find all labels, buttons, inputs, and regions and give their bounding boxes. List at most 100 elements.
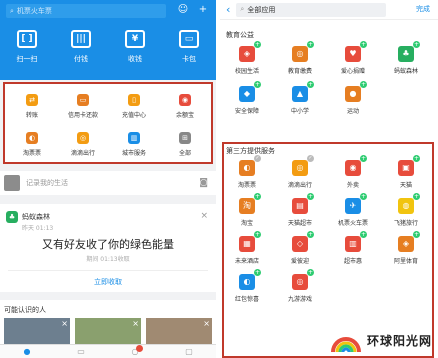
app-item-label: 爱心捐赠 <box>340 68 365 75</box>
tab-wealth[interactable]: ▭ <box>54 345 108 358</box>
card-date: 期间 01:13收取 <box>86 256 130 263</box>
heart-icon: ♥ + <box>345 41 367 62</box>
education-icon: ◎ + <box>292 41 314 62</box>
camera-icon[interactable]: ◙ <box>199 178 208 188</box>
grid-item-label: 信用卡还款 <box>67 112 98 119</box>
quick-action-label: 扫一扫 <box>16 55 38 63</box>
app-root: ⌕ 机票火车票 ☺ + [ ] 扫一扫 ||| 付钱 ¥ 收钱 ▭ 卡包 ⇄ 转账 ▭ 信用卡… <box>0 0 438 358</box>
grid-item-label: 淘票票 <box>22 150 41 157</box>
app-item[interactable]: ♣ + 蚂蚁森林 <box>380 41 432 75</box>
quick-action-label: 卡包 <box>182 55 196 63</box>
people-section-title: 可能认识的人 <box>4 306 46 314</box>
grid-item-label: 充值中心 <box>121 112 146 119</box>
grid-item-label: 转账 <box>25 112 38 119</box>
add-plus-icon[interactable]: + <box>360 41 367 48</box>
back-arrow-icon[interactable]: ‹ <box>226 3 230 16</box>
phone-icon: ▯ <box>128 94 140 106</box>
yuebao-icon: ◉ <box>179 94 191 106</box>
tab-messages[interactable]: ○ <box>108 345 162 358</box>
campus-icon: ◈ + <box>239 41 261 62</box>
all-icon: ⊞ <box>179 132 191 144</box>
grid-item[interactable]: ◎ 滴滴出行 <box>58 132 108 157</box>
plus-icon[interactable]: + <box>196 3 210 17</box>
forest-icon: ♣ + <box>398 41 420 62</box>
add-plus-icon[interactable]: + <box>254 41 261 48</box>
feed-compose-row[interactable]: 记录我的生活 ◙ <box>0 171 216 195</box>
search-icon: ⌕ <box>10 6 14 15</box>
shield-icon: ◆ + <box>239 81 261 102</box>
add-plus-icon[interactable]: + <box>254 81 261 88</box>
city-icon: ▥ <box>128 132 140 144</box>
quick-action-cards[interactable]: ▭ 卡包 <box>162 30 216 64</box>
grid-item-label: 城市服务 <box>121 150 146 157</box>
app-item[interactable]: ◎ + 教育缴费 <box>274 41 326 75</box>
app-item-label: 教育缴费 <box>287 68 312 75</box>
school-icon: ▲ + <box>292 81 314 102</box>
collect-now-link[interactable]: 立即收取 <box>0 277 216 287</box>
quick-action-label: 付钱 <box>74 55 88 63</box>
barcode-icon: ||| <box>71 30 91 48</box>
home-search-placeholder: 机票火车票 <box>16 7 52 15</box>
apps-search-value: 全部应用 <box>247 5 276 14</box>
home-header: ⌕ 机票火车票 ☺ + [ ] 扫一扫 ||| 付钱 ¥ 收钱 ▭ 卡包 <box>0 0 216 80</box>
tab-profile[interactable]: ▢ <box>162 345 216 358</box>
app-item[interactable]: ◆ + 安全保障 <box>221 81 273 115</box>
grid-item[interactable]: ⊞ 全部 <box>160 132 210 157</box>
bottom-tab-bar: ● ▭ ○ ▢ <box>0 344 216 358</box>
section-title-education: 教育公益 <box>226 31 254 39</box>
close-icon[interactable]: × <box>200 211 208 221</box>
quick-action-scan[interactable]: [ ] 扫一扫 <box>0 30 54 64</box>
avatar[interactable] <box>4 175 20 191</box>
close-icon[interactable]: × <box>61 319 68 328</box>
app-item-label: 中小学 <box>290 108 309 115</box>
card-subtitle: 昨天 01:13 <box>22 225 54 232</box>
app-item[interactable]: ♥ + 爱心捐赠 <box>327 41 379 75</box>
alipay-home-panel: ⌕ 机票火车票 ☺ + [ ] 扫一扫 ||| 付钱 ¥ 收钱 ▭ 卡包 ⇄ 转账 ▭ 信用卡… <box>0 0 216 358</box>
app-item-label: 安全保障 <box>234 108 259 115</box>
all-apps-header: ‹ ⌕ 全部应用 完成 <box>220 0 438 20</box>
close-icon[interactable]: × <box>132 319 139 328</box>
app-item[interactable]: ● + 运动 <box>327 81 379 115</box>
app-item[interactable]: ◈ + 校园生活 <box>221 41 273 75</box>
forest-icon: ♣ <box>6 211 18 223</box>
grid-item-label: 全部 <box>178 150 191 157</box>
grid-item[interactable]: ▭ 信用卡还款 <box>58 94 108 119</box>
transfer-icon: ⇄ <box>26 94 38 106</box>
watermark: 环球阳光网 <box>329 326 432 354</box>
quick-actions: [ ] 扫一扫 ||| 付钱 ¥ 收钱 ▭ 卡包 <box>0 30 216 64</box>
card-header: ♣ 蚂蚁森林 <box>6 211 50 223</box>
ticket-icon: ◐ <box>26 132 38 144</box>
quick-action-receive[interactable]: ¥ 收钱 <box>108 30 162 64</box>
scan-icon: [ ] <box>17 30 37 48</box>
app-item[interactable]: ▲ + 中小学 <box>274 81 326 115</box>
notification-badge <box>136 345 144 352</box>
grid-item[interactable]: ⇄ 转账 <box>7 94 57 119</box>
wealth-icon: ▭ <box>77 347 85 356</box>
done-button[interactable]: 完成 <box>416 4 430 14</box>
quick-action-pay[interactable]: ||| 付钱 <box>54 30 108 64</box>
tab-home[interactable]: ● <box>0 345 54 358</box>
add-contact-icon[interactable]: ☺ <box>176 3 190 17</box>
add-plus-icon[interactable]: + <box>307 81 314 88</box>
apps-search-input[interactable]: ⌕ 全部应用 <box>236 2 387 17</box>
credit-card-icon: ▭ <box>77 94 89 106</box>
watermark-text: 环球阳光网 <box>366 333 432 348</box>
sport-icon: ● + <box>345 81 367 102</box>
forest-energy-card: ♣ 蚂蚁森林 昨天 01:13 × 又有好友收了你的绿色能量 期间 01:13收… <box>0 204 216 292</box>
home-search-input[interactable]: ⌕ 机票火车票 <box>6 4 166 18</box>
search-icon: ⌕ <box>240 5 245 13</box>
grid-item[interactable]: ▥ 城市服务 <box>109 132 159 157</box>
close-icon[interactable]: × <box>203 319 210 328</box>
add-plus-icon[interactable]: + <box>413 41 420 48</box>
divider <box>8 270 208 271</box>
grid-item[interactable]: ▯ 充值中心 <box>109 94 159 119</box>
card-message: 又有好友收了你的绿色能量 <box>42 238 174 251</box>
feed-compose-prompt: 记录我的生活 <box>26 179 68 187</box>
app-item-label: 校园生活 <box>234 68 259 75</box>
grid-item[interactable]: ◐ 淘票票 <box>7 132 57 157</box>
add-plus-icon[interactable]: + <box>307 41 314 48</box>
add-plus-icon[interactable]: + <box>360 81 367 88</box>
card-icon: ▭ <box>179 30 199 48</box>
grid-item[interactable]: ◉ 余额宝 <box>160 94 210 119</box>
didi-icon: ◎ <box>77 132 89 144</box>
